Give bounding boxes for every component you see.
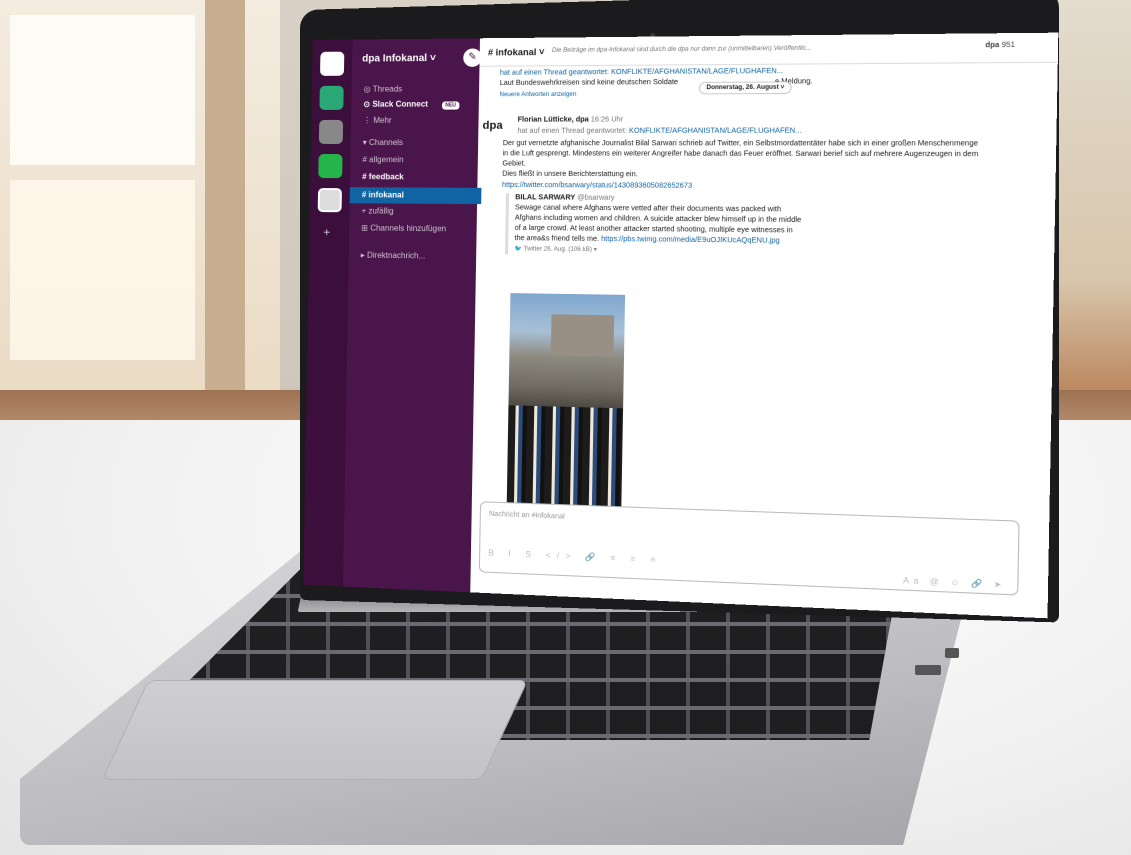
formatting-toolbar[interactable]: B I S </> 🔗 ≡ ≡ ≡ xyxy=(488,548,661,564)
date-divider[interactable]: Donnerstag, 26. August ˅ xyxy=(698,81,793,95)
previous-message-text: Laut Bundeswehrkreisen sind keine deutsc… xyxy=(499,78,679,88)
channel-description: Die Beiträge im dpa-Infokanal sind durch… xyxy=(551,45,812,54)
sidebar-item-label: Threads xyxy=(372,84,403,94)
background-window xyxy=(0,0,280,400)
sidebar-item-zufaellig[interactable]: + zufällig xyxy=(361,206,393,215)
photo-crowd xyxy=(506,405,624,507)
sidebar-item-label: # infokanal xyxy=(361,190,404,200)
tweet-author[interactable]: BILAL SARWARY xyxy=(515,194,575,202)
reply-thread-link[interactable]: KONFLIKTE/AFGHANISTAN/LAGE/FLUGHAFEN... xyxy=(629,128,802,135)
member-count: 951 xyxy=(1001,41,1015,50)
sidebar-item-threads[interactable]: ◎ Threads xyxy=(364,84,403,93)
channel-title[interactable]: # infokanal ˅ xyxy=(488,47,545,58)
message-body: Gebiet. xyxy=(502,160,526,168)
workspace-icon[interactable] xyxy=(318,153,343,179)
message-body: Dies fließt in unsere Berichterstattung … xyxy=(502,170,638,179)
message-header: Florian Lütticke, dpa 16:26 Uhr xyxy=(518,115,624,124)
previous-reply[interactable]: hat auf einen Thread geantwortet: KONFLI… xyxy=(500,67,783,78)
sidebar-item-label: Slack Connect xyxy=(372,99,429,109)
sidebar: dpa Infokanal ˅ ✎ ◎ Threads ⊙ Slack Conn… xyxy=(343,38,482,593)
trackpad xyxy=(101,680,529,780)
sidebar-item-slack-connect[interactable]: ⊙ Slack Connect NEU xyxy=(363,99,460,110)
workspace-name-label: dpa Infokanal xyxy=(362,52,428,65)
tweet-meta: 🐦 Twitter 26. Aug. (106 kB) ▾ xyxy=(514,244,845,258)
tweet-photo[interactable] xyxy=(506,293,626,507)
sidebar-item-infokanal[interactable]: # infokanal xyxy=(362,190,404,199)
workspace-icon[interactable] xyxy=(318,119,344,144)
message-body: Der gut vernetzte afghanische Journalist… xyxy=(502,140,979,148)
sidebar-section-channels[interactable]: ▾ Channels xyxy=(363,138,403,147)
message-reply-line: hat auf einen Thread geantwortet: KONFLI… xyxy=(517,126,801,135)
workspace-icon[interactable] xyxy=(319,85,344,110)
twitter-icon: 🐦 xyxy=(514,246,523,253)
workspace-icon[interactable] xyxy=(317,188,342,213)
tweet-image-link[interactable]: https://pbs.twimg.com/media/E9uOJIKUcAQq… xyxy=(601,236,780,245)
sidebar-item-label: Channels hinzufügen xyxy=(370,223,447,234)
tweet-embed: BILAL SARWARY @bsarwary Sewage canal whe… xyxy=(504,193,847,259)
message-body: in die Luft gesprengt. Mindestens ein we… xyxy=(502,150,979,159)
main-panel: # infokanal ˅ Die Beiträge im dpa-Infoka… xyxy=(470,32,1059,619)
window-pane xyxy=(10,15,195,165)
sidebar-item-label: Direktnachrich... xyxy=(366,250,426,261)
tweet-meta-text[interactable]: Twitter 26. Aug. (106 kB) ▾ xyxy=(524,246,597,253)
sidebar-item-label: Mehr xyxy=(373,115,392,125)
message-input[interactable]: Nachricht an #infokanal xyxy=(489,511,565,521)
usb-port xyxy=(915,665,941,675)
sidebar-item-label: Channels xyxy=(368,137,404,148)
message-composer[interactable]: Nachricht an #infokanal B I S </> 🔗 ≡ ≡ … xyxy=(478,501,1020,596)
newer-replies-link[interactable]: Neuere Antworten anzeigen xyxy=(499,91,576,101)
sidebar-item-allgemein[interactable]: # allgemein xyxy=(362,155,403,164)
message-time[interactable]: 16:26 Uhr xyxy=(591,116,623,123)
tweet-handle[interactable]: @bsarwary xyxy=(577,194,614,201)
add-channels-button[interactable]: ⊞ Channels hinzufügen xyxy=(361,223,446,233)
tweet-text-end: the area&s friend tells me. xyxy=(514,234,600,244)
add-workspace-icon[interactable]: + xyxy=(323,225,330,239)
photo-building xyxy=(550,314,615,357)
sidebar-item-label: # feedback xyxy=(362,172,404,182)
send-toolbar[interactable]: Aa @ ☺ 🔗 ➤ xyxy=(903,576,1006,590)
sidebar-item-more[interactable]: ⋮ Mehr xyxy=(363,116,392,125)
window-frame xyxy=(205,0,245,390)
message-author[interactable]: Florian Lütticke, dpa xyxy=(518,116,589,123)
workspace-name[interactable]: dpa Infokanal ˅ xyxy=(362,53,436,65)
channel-header: # infokanal ˅ Die Beiträge im dpa-Infoka… xyxy=(479,32,1059,67)
workspace-dpa-icon[interactable] xyxy=(320,51,345,76)
avatar[interactable]: dpa xyxy=(482,120,502,132)
laptop-screen: + dpa Infokanal ˅ ✎ ◎ Threads ⊙ Slack Co… xyxy=(303,32,1059,619)
hdmi-port xyxy=(945,648,959,658)
channel-members[interactable]: dpa 951 xyxy=(985,42,1015,50)
chevron-down-icon: ˅ xyxy=(429,52,436,65)
sidebar-section-direct-messages[interactable]: ▸ Direktnachrich... xyxy=(361,251,426,261)
dpa-logo: dpa xyxy=(985,41,1000,50)
tweet-link[interactable]: https://twitter.com/bsarwary/status/1430… xyxy=(502,181,692,191)
sidebar-item-label: # allgemein xyxy=(362,155,404,165)
window-pane xyxy=(10,180,195,360)
new-badge: NEU xyxy=(442,101,460,110)
sidebar-item-feedback[interactable]: # feedback xyxy=(362,172,404,181)
channel-title-label: # infokanal xyxy=(487,46,537,58)
sidebar-item-label: + zufällig xyxy=(361,206,394,216)
reply-prefix: hat auf einen Thread geantwortet: xyxy=(517,127,627,135)
